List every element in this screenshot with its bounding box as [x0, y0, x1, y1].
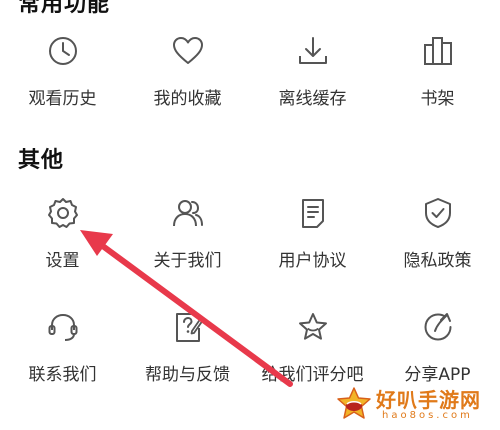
clock-icon [46, 34, 80, 68]
menu-item-label: 离线缓存 [278, 89, 347, 109]
menu-item-label: 帮助与反馈 [145, 365, 230, 385]
gear-icon [46, 196, 80, 230]
watermark-domain: hao8os.com [382, 410, 473, 421]
watermark-name: 好叭手游网 [376, 388, 481, 412]
share-icon [421, 310, 455, 344]
menu-item-about-us[interactable]: 关于我们 [125, 196, 250, 271]
menu-item-share-app[interactable]: 分享APP [375, 310, 500, 385]
menu-item-user-agreement[interactable]: 用户协议 [250, 196, 375, 271]
star-icon [296, 310, 330, 344]
menu-item-watch-history[interactable]: 观看历史 [0, 34, 125, 109]
menu-item-privacy-policy[interactable]: 隐私政策 [375, 196, 500, 271]
menu-item-label: 隐私政策 [403, 251, 472, 271]
section-title-other: 其他 [18, 148, 65, 173]
menu-item-label: 用户协议 [278, 251, 347, 271]
menu-item-bookshelf[interactable]: 书架 [375, 34, 500, 109]
bookshelf-icon [421, 34, 455, 68]
menu-item-settings[interactable]: 设置 [0, 196, 125, 271]
menu-item-contact-us[interactable]: 联系我们 [0, 310, 125, 385]
menu-item-label: 设置 [45, 251, 80, 271]
menu-item-help-feedback[interactable]: 帮助与反馈 [125, 310, 250, 385]
watermark-logo-icon [337, 387, 371, 419]
help-edit-icon [171, 310, 205, 344]
menu-item-label: 联系我们 [28, 365, 97, 385]
menu-item-label: 我的收藏 [153, 89, 222, 109]
download-icon [296, 34, 330, 68]
section-title-common: 常用功能 [18, 0, 111, 17]
menu-item-rate-us[interactable]: 给我们评分吧 [250, 310, 375, 385]
watermark: 好叭手游网 hao8os.com [334, 382, 494, 428]
document-icon [296, 196, 330, 230]
headset-icon [46, 310, 80, 344]
menu-item-label: 观看历史 [28, 89, 97, 109]
users-icon [171, 196, 205, 230]
menu-item-favorites[interactable]: 我的收藏 [125, 34, 250, 109]
menu-item-label: 书架 [420, 89, 455, 109]
menu-item-label: 关于我们 [153, 251, 222, 271]
heart-icon [171, 34, 205, 68]
menu-item-offline-cache[interactable]: 离线缓存 [250, 34, 375, 109]
shield-check-icon [421, 196, 455, 230]
